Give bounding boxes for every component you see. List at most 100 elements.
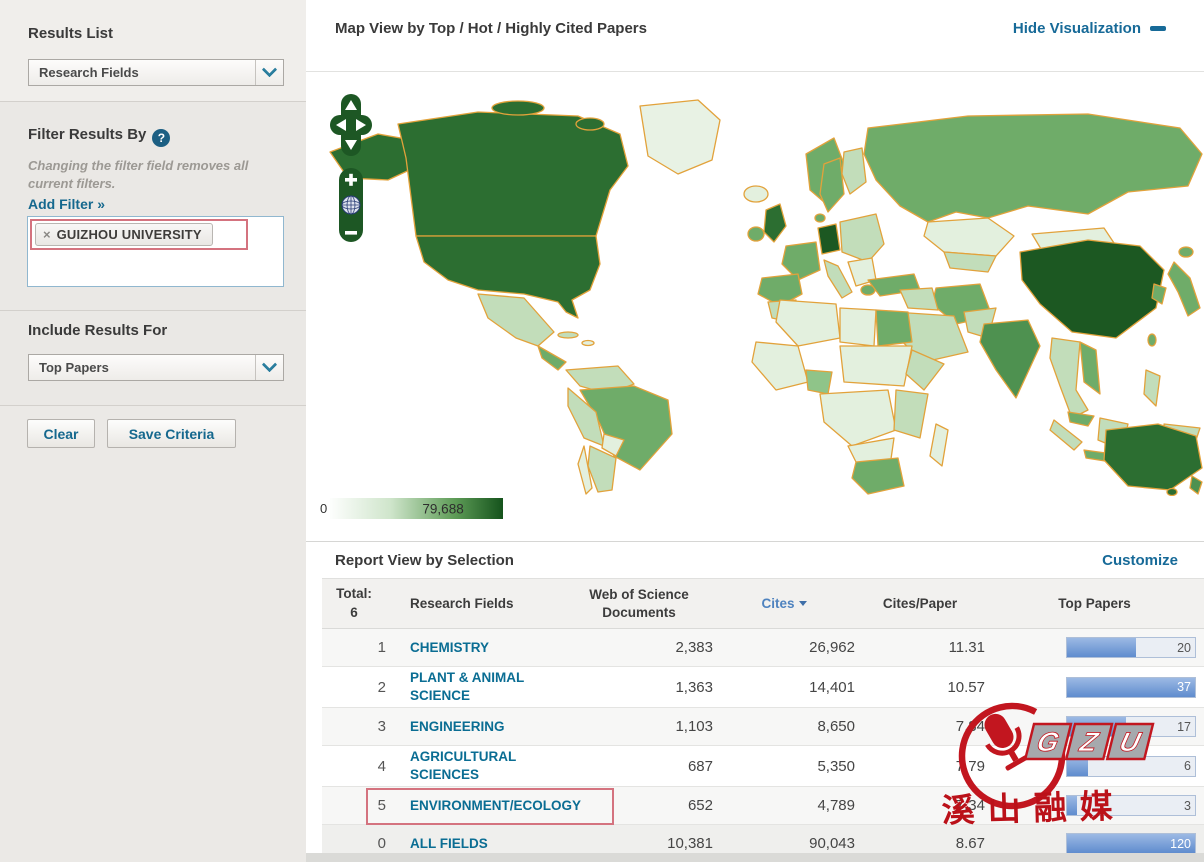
country-region[interactable] <box>639 99 721 175</box>
legend-gradient-bar: 79,688 <box>330 498 504 519</box>
country-region[interactable] <box>1166 487 1178 496</box>
map-navigation-controls[interactable] <box>328 92 374 250</box>
country-region[interactable] <box>751 341 809 391</box>
country-region[interactable] <box>841 147 867 195</box>
country-region[interactable] <box>819 389 897 447</box>
country-region[interactable] <box>537 345 567 371</box>
country-region[interactable] <box>875 309 913 347</box>
header-cites-sort[interactable]: Cites <box>713 596 855 611</box>
research-field-link[interactable]: CHEMISTRY <box>410 640 489 655</box>
row-cites: 26,962 <box>809 639 855 656</box>
country-region[interactable] <box>839 307 877 347</box>
research-field-link[interactable]: ENGINEERING <box>410 719 505 734</box>
country-region[interactable] <box>1103 423 1203 491</box>
country-region[interactable] <box>1189 475 1203 495</box>
row-docs: 1,363 <box>675 678 713 696</box>
add-filter-link[interactable]: Add Filter » <box>28 196 105 212</box>
top-papers-bar: 6 <box>1066 755 1196 777</box>
map-visualization-panel: 0 79,688 <box>306 71 1204 542</box>
pan-compass-icon <box>330 94 372 156</box>
include-results-dropdown[interactable]: Top Papers <box>28 354 284 381</box>
research-field-link[interactable]: PLANT & ANIMAL SCIENCE <box>410 670 524 703</box>
collapse-dash-icon[interactable] <box>1150 26 1166 31</box>
country-region[interactable] <box>775 299 841 347</box>
choropleth-legend: 0 79,688 <box>320 498 504 519</box>
table-row: 5 ENVIRONMENT/ECOLOGY 652 4,789 7.34 3 <box>322 787 1204 825</box>
country-region[interactable] <box>1178 246 1194 258</box>
row-cites: 4,789 <box>817 797 855 814</box>
help-icon[interactable]: ? <box>152 129 171 147</box>
country-region[interactable] <box>1167 261 1201 317</box>
country-region[interactable] <box>1143 369 1161 407</box>
country-region[interactable] <box>557 331 579 339</box>
filter-results-heading: Filter Results By? <box>28 126 171 147</box>
research-field-link[interactable]: AGRICULTURAL SCIENCES <box>410 749 516 782</box>
country-region[interactable] <box>1019 239 1165 339</box>
table-body: 1 CHEMISTRY 2,383 26,962 11.31 20 2 PLANT & ANI… <box>322 629 1204 862</box>
header-top-papers: Top Papers <box>1058 596 1131 611</box>
country-region[interactable] <box>743 185 769 203</box>
country-region[interactable] <box>929 423 949 467</box>
country-region[interactable] <box>575 117 605 131</box>
country-region[interactable] <box>851 457 905 495</box>
country-region[interactable] <box>581 339 595 347</box>
country-region[interactable] <box>814 213 826 223</box>
country-region[interactable] <box>1049 419 1083 451</box>
filter-tag-guizhou-university[interactable]: × GUIZHOU UNIVERSITY <box>35 223 213 246</box>
top-papers-bar: 20 <box>1066 637 1196 658</box>
table-row: 3 ENGINEERING 1,103 8,650 7.84 17 <box>322 708 1204 746</box>
hide-visualization-link[interactable]: Hide Visualization <box>1013 20 1166 37</box>
country-region[interactable] <box>1147 333 1157 347</box>
country-region[interactable] <box>763 203 787 243</box>
country-region[interactable] <box>943 251 997 273</box>
row-rank: 1 <box>377 639 386 656</box>
country-region[interactable] <box>819 157 845 213</box>
country-region[interactable] <box>979 319 1041 399</box>
country-region[interactable] <box>1079 341 1101 395</box>
country-region[interactable] <box>491 100 545 116</box>
top-papers-bar: 120 <box>1066 833 1196 854</box>
country-region[interactable] <box>477 293 555 347</box>
save-criteria-button[interactable]: Save Criteria <box>107 419 236 448</box>
table-row: 4 AGRICULTURAL SCIENCES 687 5,350 7.79 6 <box>322 746 1204 787</box>
top-papers-bar: 37 <box>1066 676 1196 698</box>
country-region[interactable] <box>899 287 939 311</box>
country-region[interactable] <box>1067 411 1095 427</box>
research-field-link[interactable]: ALL FIELDS <box>410 836 488 851</box>
main-content: Map View by Top / Hot / Highly Cited Pap… <box>306 0 1204 862</box>
country-region[interactable] <box>823 259 853 299</box>
sort-arrow-icon <box>798 601 807 606</box>
results-list-dropdown[interactable]: Research Fields <box>28 59 284 86</box>
country-region[interactable] <box>805 369 833 395</box>
country-region[interactable] <box>397 111 629 237</box>
header-total: Total: 6 <box>336 586 372 620</box>
legend-max-value: 79,688 <box>422 501 464 516</box>
chevron-down-icon[interactable] <box>255 355 283 380</box>
top-papers-bar: 3 <box>1066 795 1196 816</box>
country-region[interactable] <box>839 345 913 387</box>
header-wos-documents: Web of Science Documents <box>589 586 689 620</box>
legend-min-value: 0 <box>320 501 328 516</box>
row-cites: 5,350 <box>817 757 855 775</box>
customize-link[interactable]: Customize <box>1102 552 1178 569</box>
research-field-link[interactable]: ENVIRONMENT/ECOLOGY <box>410 798 581 813</box>
filter-results-section: Filter Results By? Changing the filter f… <box>0 102 306 311</box>
top-papers-bar: 17 <box>1066 716 1196 737</box>
clear-button[interactable]: Clear <box>27 419 95 448</box>
country-region[interactable] <box>817 223 841 255</box>
country-region[interactable] <box>923 217 1015 257</box>
remove-filter-icon[interactable]: × <box>43 227 51 242</box>
country-region[interactable] <box>747 226 765 242</box>
country-region[interactable] <box>863 113 1203 223</box>
country-region[interactable] <box>839 213 885 263</box>
chevron-down-icon[interactable] <box>255 60 283 85</box>
top-papers-value: 20 <box>1177 640 1191 655</box>
active-filters-box[interactable]: × GUIZHOU UNIVERSITY <box>27 216 284 287</box>
world-map-choropleth[interactable] <box>328 94 1204 496</box>
results-list-dropdown-value: Research Fields <box>39 65 139 80</box>
table-row: 2 PLANT & ANIMAL SCIENCE 1,363 14,401 10.57 3… <box>322 667 1204 708</box>
country-region[interactable] <box>893 389 929 439</box>
country-region[interactable] <box>781 241 821 281</box>
include-results-section: Include Results For Top Papers <box>0 311 306 406</box>
header-cites-per-paper: Cites/Paper <box>882 596 958 611</box>
